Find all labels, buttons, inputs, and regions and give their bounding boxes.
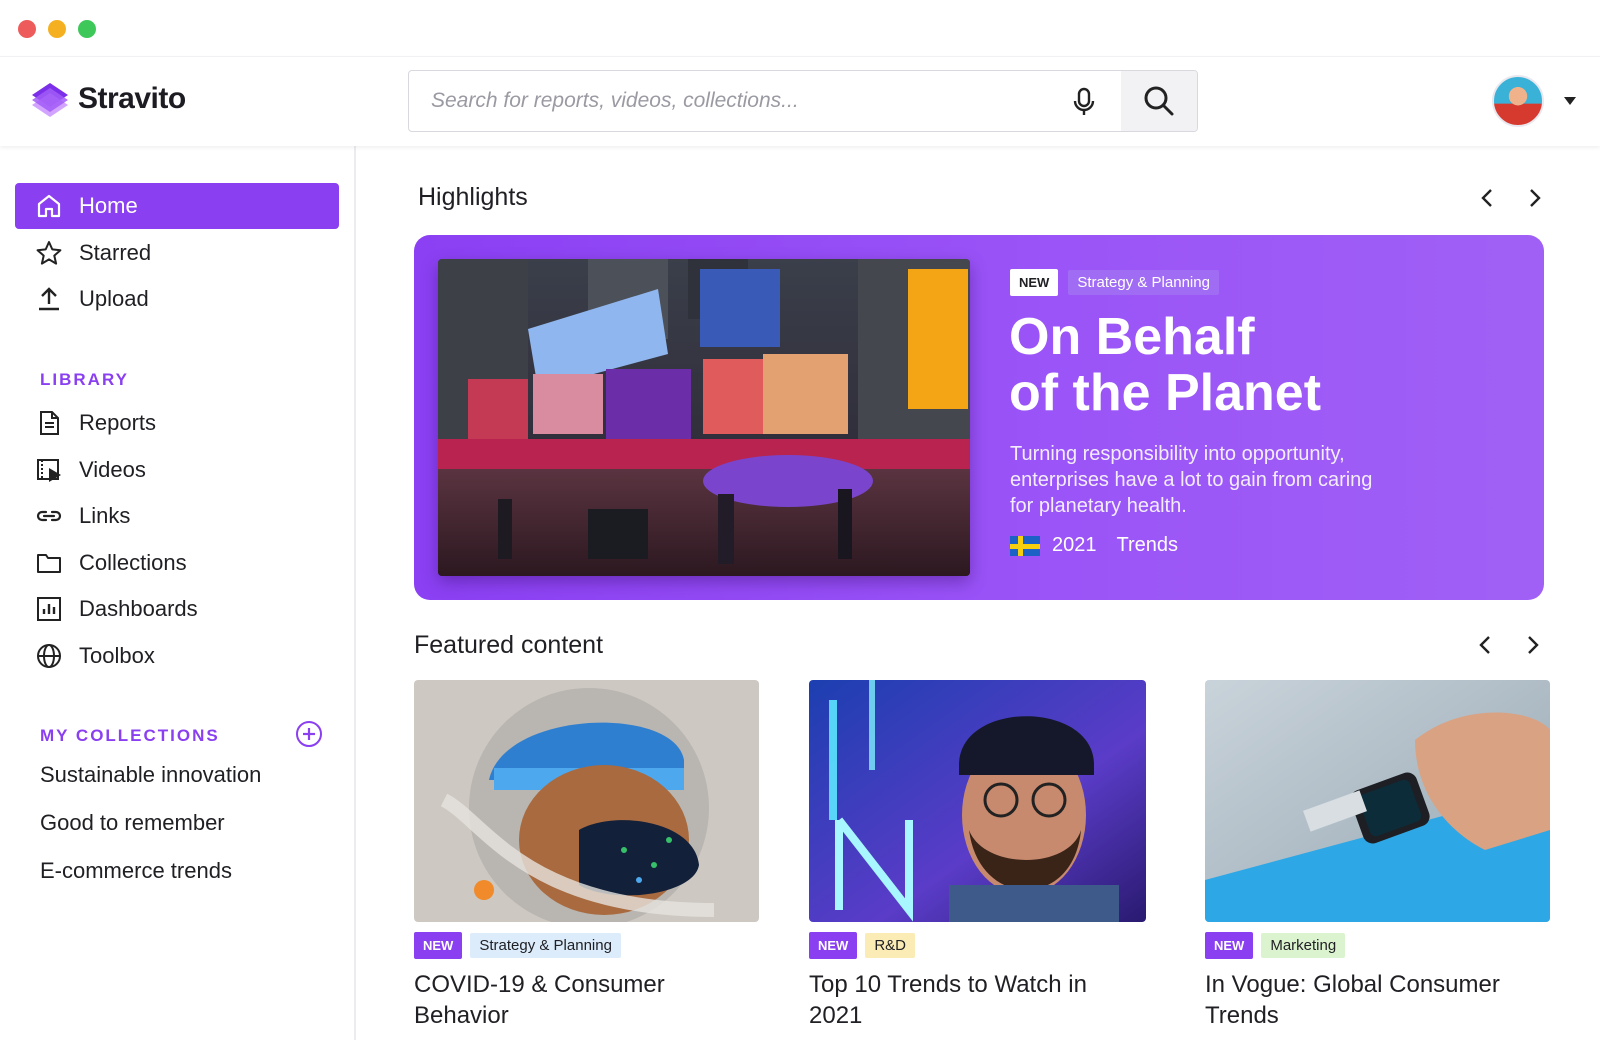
sidebar-item-toolbox[interactable]: Toolbox	[15, 633, 339, 679]
featured-next-arrow-icon[interactable]	[1520, 633, 1544, 657]
card-tags: NEW Marketing	[1205, 932, 1550, 959]
sidebar-item-label: Links	[79, 503, 131, 528]
stravito-logo-icon	[32, 83, 68, 117]
brand-name: Stravito	[78, 82, 186, 115]
sidebar-item-dashboards[interactable]: Dashboards	[15, 586, 339, 632]
sidebar-item-label: Dashboards	[79, 596, 198, 621]
featured-content-title: Featured content	[414, 631, 604, 659]
featured-prev-arrow-icon[interactable]	[1474, 633, 1498, 657]
card-tags: NEW Strategy & Planning	[414, 932, 759, 959]
card-title[interactable]: COVID-19 & Consumer Behavior	[414, 969, 759, 1031]
my-collections-section-label: MY COLLECTIONS	[40, 726, 220, 745]
document-icon	[40, 411, 59, 435]
add-collection-icon[interactable]	[295, 720, 323, 748]
card-title[interactable]: Top 10 Trends to Watch in 2021	[809, 969, 1146, 1031]
card-tags: NEW R&D	[809, 932, 1146, 959]
sidebar-item-home[interactable]: Home	[15, 183, 339, 229]
new-badge: NEW	[809, 932, 858, 959]
window-chrome	[0, 0, 1600, 56]
sidebar-item-label: Toolbox	[79, 643, 155, 668]
link-icon	[36, 510, 62, 522]
brand-logo[interactable]: Stravito	[30, 79, 186, 119]
sweden-flag-icon	[1010, 535, 1040, 556]
collection-item-sustainable-innovation[interactable]: Sustainable innovation	[40, 762, 261, 788]
folder-icon	[37, 554, 61, 573]
new-badge: NEW	[414, 932, 463, 959]
category-tag[interactable]: Marketing	[1261, 933, 1346, 958]
search-input[interactable]	[409, 71, 1089, 131]
sidebar: Home Starred Upload LIBRARY Reports Vide…	[0, 146, 356, 1040]
highlights-title: Highlights	[418, 183, 528, 211]
hero-tags: NEW Strategy & Planning	[1010, 269, 1219, 296]
globe-icon	[37, 644, 61, 668]
search-bar	[408, 70, 1198, 132]
new-badge: NEW	[1010, 269, 1059, 296]
video-icon	[37, 459, 61, 482]
card-image-smartwatch	[1205, 680, 1550, 922]
hero-description: Turning responsibility into opportunity,…	[1010, 443, 1373, 517]
category-tag[interactable]: R&D	[865, 933, 916, 958]
close-window-button[interactable]	[18, 20, 36, 38]
hero-title[interactable]: On Behalf of the Planet	[1009, 309, 1529, 421]
sidebar-item-label: Starred	[79, 240, 152, 265]
sidebar-item-label: Reports	[79, 410, 157, 435]
microphone-icon[interactable]	[1069, 86, 1099, 118]
category-tag[interactable]: Strategy & Planning	[1068, 270, 1219, 295]
collection-item-good-to-remember[interactable]: Good to remember	[40, 810, 225, 836]
sidebar-item-starred[interactable]: Starred	[15, 230, 339, 276]
collection-item-e-commerce-trends[interactable]: E-commerce trends	[40, 858, 232, 884]
sidebar-item-label: Home	[79, 193, 138, 218]
card-title[interactable]: In Vogue: Global Consumer Trends	[1205, 969, 1550, 1031]
sidebar-item-reports[interactable]: Reports	[15, 400, 339, 446]
hero-type: Trends	[1116, 534, 1179, 556]
featured-card-trends-2021[interactable]: NEW R&D Top 10 Trends to Watch in 2021	[809, 680, 1146, 1031]
hero-image-times-square	[438, 259, 970, 576]
user-avatar[interactable]	[1492, 75, 1544, 127]
minimize-window-button[interactable]	[48, 20, 66, 38]
sidebar-item-label: Videos	[79, 457, 146, 482]
featured-card-in-vogue[interactable]: NEW Marketing In Vogue: Global Consumer …	[1205, 680, 1550, 1031]
hero-meta: 2021 Trends	[1010, 534, 1178, 557]
sidebar-item-upload[interactable]: Upload	[15, 276, 339, 322]
library-section-label: LIBRARY	[40, 370, 129, 389]
star-icon	[36, 241, 62, 265]
dashboard-icon	[37, 597, 61, 621]
highlights-prev-arrow-icon[interactable]	[1476, 186, 1500, 210]
sidebar-item-links[interactable]: Links	[15, 493, 339, 539]
sidebar-item-label: Collections	[79, 550, 187, 575]
upload-icon	[39, 287, 59, 311]
highlights-next-arrow-icon[interactable]	[1522, 186, 1546, 210]
home-icon	[37, 194, 61, 218]
hero-title-line-1: On Behalf	[1009, 308, 1255, 366]
hero-highlight-card[interactable]: NEW Strategy & Planning On Behalf of the…	[414, 235, 1544, 600]
hero-title-line-2: of the Planet	[1009, 364, 1322, 422]
chevron-down-icon[interactable]	[1564, 97, 1576, 105]
search-icon	[1144, 86, 1174, 116]
search-button[interactable]	[1121, 71, 1197, 131]
new-badge: NEW	[1205, 932, 1254, 959]
category-tag[interactable]: Strategy & Planning	[470, 933, 621, 958]
card-image-covid-illustration	[414, 680, 759, 922]
featured-card-covid[interactable]: NEW Strategy & Planning COVID-19 & Consu…	[414, 680, 759, 1031]
maximize-window-button[interactable]	[78, 20, 96, 38]
hero-year: 2021	[1052, 534, 1097, 556]
sidebar-item-videos[interactable]: Videos	[15, 447, 339, 493]
top-header: Stravito	[0, 56, 1600, 146]
card-image-man-neon	[809, 680, 1146, 922]
sidebar-item-collections[interactable]: Collections	[15, 540, 339, 586]
sidebar-item-label: Upload	[79, 286, 149, 311]
